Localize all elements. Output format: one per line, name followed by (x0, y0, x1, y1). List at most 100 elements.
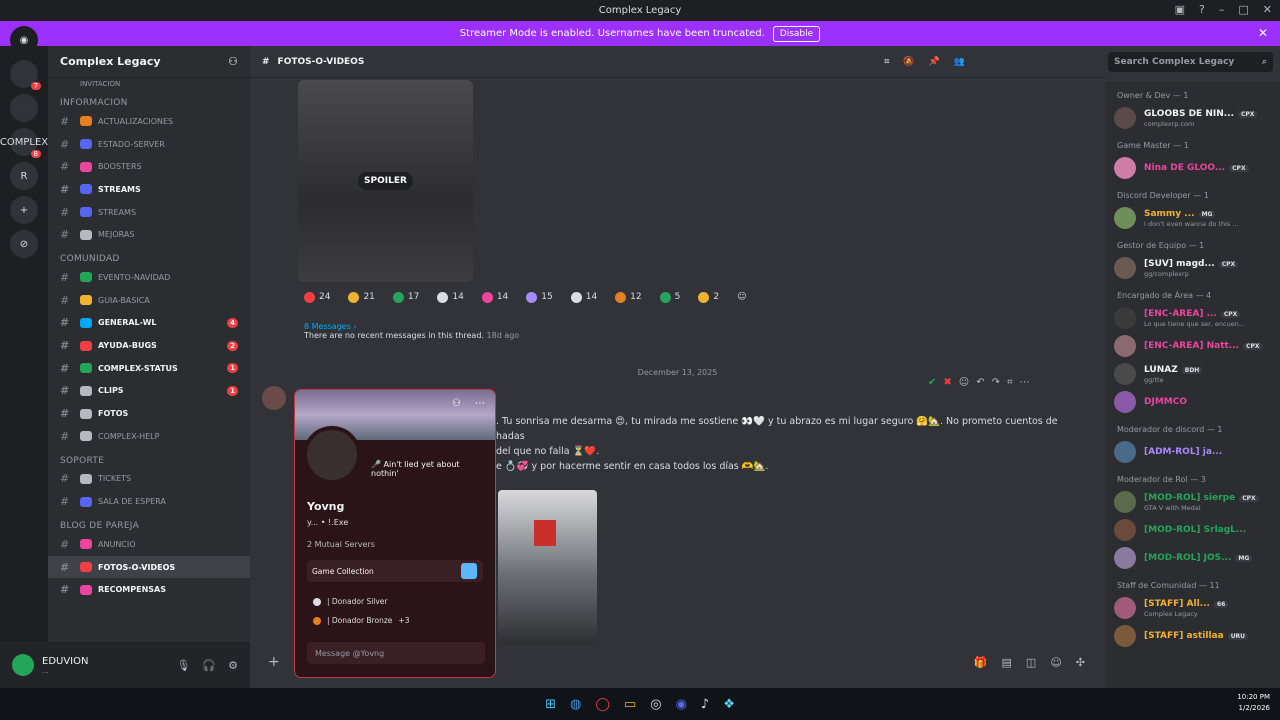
avatar[interactable] (12, 654, 34, 676)
deafen-icon[interactable]: 🎧 (202, 659, 216, 672)
add-friend-icon[interactable]: ⚇ (452, 398, 461, 409)
disable-button[interactable]: Disable (772, 25, 821, 42)
add-member-icon[interactable]: ⚇ (228, 55, 238, 68)
member-item[interactable]: [SUV] magd... CPX gg/complexrp (1105, 254, 1280, 282)
close-window-button[interactable]: ✕ (1263, 3, 1272, 16)
more-icon[interactable]: ⋯ (475, 398, 485, 409)
member-item[interactable]: [ADM-ROL] ja... (1105, 438, 1280, 466)
member-item[interactable]: [STAFF] astillaa URU (1105, 622, 1280, 650)
member-item[interactable]: GLOOBS DE NIN... CPX complexrp.com (1105, 104, 1280, 132)
channel-item[interactable]: # GENERAL-WL 4 (48, 312, 250, 335)
notifications-icon[interactable]: 🔕 (903, 57, 914, 67)
members-icon[interactable]: 👥 (954, 57, 965, 67)
channel-category[interactable]: COMUNIDAD (48, 246, 250, 266)
game-collection[interactable]: Game Collection (307, 560, 483, 582)
check-reaction-icon[interactable]: ✔ (928, 377, 936, 388)
pin-icon[interactable]: 📌 (929, 57, 940, 67)
gif-icon[interactable]: ▤ (1002, 656, 1012, 669)
threads-icon[interactable]: ⌗ (884, 57, 889, 67)
channel-item[interactable]: # COMPLEX-HELP (48, 425, 250, 448)
member-item[interactable]: [MOD-ROL] sierpe CPX GTA V with Medal (1105, 488, 1280, 516)
server-icon[interactable] (10, 94, 38, 122)
reaction-chip[interactable]: 5 (654, 287, 687, 307)
channel-item[interactable]: # STREAMS (48, 201, 250, 224)
channel-item[interactable]: # FOTOS-O-VIDEOS (48, 555, 250, 579)
forward-icon[interactable]: ↷ (992, 377, 1000, 388)
channel-item[interactable]: # STREAMS (48, 178, 250, 201)
member-item[interactable]: [MOD-ROL] SrlagL... (1105, 516, 1280, 544)
maximize-button[interactable]: □ (1238, 3, 1248, 16)
opera-icon[interactable]: ◯ (595, 697, 610, 712)
channel-item[interactable]: # ANUNCIO (48, 533, 250, 556)
inbox-icon[interactable]: ▣ (1175, 3, 1185, 16)
spoiler-media[interactable]: SPOILER (298, 80, 473, 282)
x-reaction-icon[interactable]: ✖ (943, 377, 951, 388)
channel-item[interactable]: # COMPLEX-STATUS 1 (48, 357, 250, 380)
channel-item[interactable]: # FOTOS (48, 402, 250, 425)
channel-item[interactable]: # BOOSTERS (48, 155, 250, 178)
more-icon[interactable]: ⋯ (1020, 377, 1030, 388)
reaction-chip[interactable]: 14 (431, 287, 469, 307)
channel-category[interactable]: SOPORTE (48, 448, 250, 468)
server-icon[interactable]: 7 (10, 60, 41, 90)
channel-item[interactable]: # RECOMPENSAS (48, 578, 250, 601)
reaction-chip[interactable]: 2 (692, 287, 725, 307)
thread-summary[interactable]: 8 Messages › There are no recent message… (304, 322, 519, 340)
reply-icon[interactable]: ↶ (976, 377, 984, 388)
chrome-icon[interactable]: ◎ (650, 697, 661, 712)
help-icon[interactable]: ? (1199, 3, 1205, 16)
thread-link[interactable]: 8 Messages › (304, 322, 357, 331)
gift-icon[interactable]: 🎁 (974, 656, 988, 669)
reaction-chip[interactable]: 17 (387, 287, 425, 307)
member-item[interactable]: DJMMCO (1105, 388, 1280, 416)
reaction-chip[interactable]: 24 (298, 287, 336, 307)
discord-home-icon[interactable]: ◉ (10, 26, 38, 54)
windows-start-icon[interactable]: ⊞ (545, 697, 556, 712)
reaction-chip[interactable]: 15 (520, 287, 558, 307)
member-item[interactable]: LUNAZ BDH gg/tte (1105, 360, 1280, 388)
reaction-chip[interactable]: 12 (609, 287, 647, 307)
more-roles[interactable]: +3 (398, 616, 409, 625)
add-reaction-icon[interactable]: ☺ (731, 287, 752, 307)
mutual-servers[interactable]: 2 Mutual Servers (307, 540, 375, 549)
member-item[interactable]: [MOD-ROL] JOS... MG (1105, 544, 1280, 572)
member-item[interactable]: [ENC-AREA] Natt... CPX (1105, 332, 1280, 360)
reaction-chip[interactable]: 21 (342, 287, 380, 307)
edge-icon[interactable]: ◍ (570, 697, 581, 712)
minimize-button[interactable]: – (1219, 3, 1225, 16)
system-clock[interactable]: 10:20 PM 1/2/2026 (1237, 692, 1270, 714)
sticker-icon[interactable]: ◫ (1026, 656, 1036, 669)
server-header[interactable]: Complex Legacy ⚇ (48, 46, 250, 78)
emoji-icon[interactable]: ☺ (1050, 656, 1061, 669)
avatar[interactable] (262, 386, 286, 410)
settings-gear-icon[interactable]: ⚙ (228, 659, 238, 672)
channel-item[interactable]: # AYUDA-BUGS 2 (48, 334, 250, 357)
member-item[interactable]: [ENC-AREA] ... CPX Lo que tiene que ser, e… (1105, 304, 1280, 332)
member-item[interactable]: Sammy ... MG I don't even wanna do this ..… (1105, 204, 1280, 232)
channel-item[interactable]: # EVENTO-NAVIDAD (48, 266, 250, 289)
server-icon[interactable]: ⊘ (10, 230, 38, 258)
member-item[interactable]: Nina DE GLOO... CPX (1105, 154, 1280, 182)
channel-item[interactable]: # GUIA-BASICA (48, 289, 250, 312)
channel-item[interactable]: # SALA DE ESPERA (48, 490, 250, 513)
search-input[interactable]: Search Complex Legacy ⌕ (1108, 52, 1273, 72)
apps-icon[interactable]: ✣ (1076, 656, 1085, 669)
message-image[interactable] (498, 490, 597, 644)
channel-category[interactable]: BLOG DE PAREJA (48, 513, 250, 533)
channel-item[interactable]: # ESTADO-SERVER (48, 133, 250, 156)
file-explorer-icon[interactable]: ▭ (624, 697, 636, 712)
thread-icon[interactable]: ⌗ (1007, 377, 1013, 388)
reaction-chip[interactable]: 14 (476, 287, 514, 307)
react-icon[interactable]: ☺ (959, 377, 969, 388)
server-icon[interactable]: R (10, 162, 38, 190)
channel-item[interactable]: # CLIPS 1 (48, 380, 250, 403)
discord-icon[interactable]: ◉ (676, 697, 687, 712)
channel-item[interactable]: # MEJORAS (48, 223, 250, 246)
channel-item[interactable]: # ACTUALIZACIONES (48, 110, 250, 133)
app-icon[interactable]: ❖ (723, 697, 735, 712)
profile-message-input[interactable]: Message @Yovng (307, 642, 485, 664)
mute-icon[interactable]: 🎙 (176, 659, 190, 672)
server-icon[interactable]: + (10, 196, 38, 224)
server-icon[interactable]: COMPLEX 8 (0, 128, 48, 158)
member-item[interactable]: [STAFF] All... 66 Complex Legacy (1105, 594, 1280, 622)
